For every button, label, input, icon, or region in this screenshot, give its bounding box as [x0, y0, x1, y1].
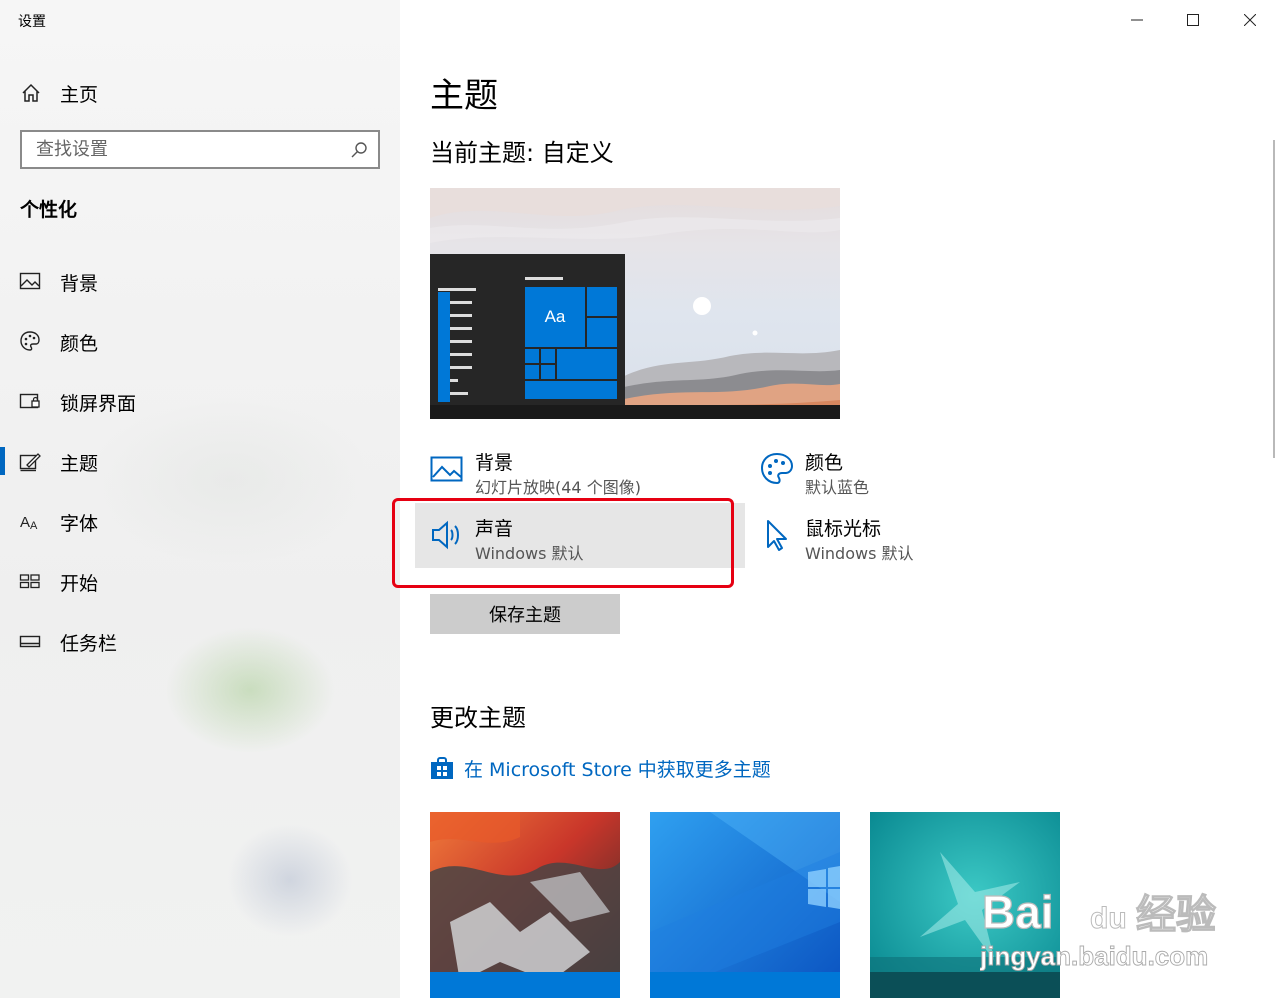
- setting-name: 颜色: [805, 452, 844, 474]
- theme-thumbnail-3-image: [870, 812, 1060, 998]
- preview-tile: [541, 365, 555, 379]
- setting-value: 默认蓝色: [805, 478, 870, 497]
- theme-thumbnail-taskbar: [870, 972, 1060, 998]
- preview-tile-large: Aa: [525, 287, 585, 347]
- sidebar-item-lock-screen[interactable]: 锁屏界面: [0, 379, 400, 423]
- palette-icon: [20, 331, 40, 351]
- setting-mouse-cursor[interactable]: 鼠标光标 Windows 默认: [760, 514, 1060, 563]
- svg-text:A: A: [20, 514, 30, 531]
- theme-thumbnail-3[interactable]: [870, 812, 1060, 998]
- setting-value: Windows 默认: [805, 544, 914, 563]
- minimize-icon: [1131, 19, 1143, 21]
- theme-icon: [19, 453, 41, 472]
- theme-thumbnail-2[interactable]: [650, 812, 840, 998]
- search-icon[interactable]: [350, 141, 368, 159]
- watermark-du: du: [1090, 902, 1127, 935]
- active-indicator: [0, 447, 5, 475]
- palette-icon: [760, 452, 794, 485]
- sidebar-item-label: 背景: [60, 273, 99, 295]
- maximize-button[interactable]: [1165, 0, 1221, 40]
- font-icon: A A: [20, 514, 38, 532]
- sidebar-item-label: 字体: [60, 513, 99, 535]
- sidebar-item-start[interactable]: 开始: [0, 559, 400, 603]
- main-content: 主题 当前主题: 自定义 Aa 背景 幻灯片放映(44 个图像) 颜色 默认蓝色…: [392, 0, 1280, 998]
- sidebar-item-label: 锁屏界面: [60, 393, 137, 415]
- page-title: 主题: [430, 76, 498, 116]
- save-theme-button[interactable]: 保存主题: [430, 594, 620, 634]
- theme-thumbnail-taskbar: [650, 972, 840, 998]
- sidebar-item-taskbar[interactable]: 任务栏: [0, 619, 400, 663]
- preview-tile: [525, 381, 617, 399]
- search-box[interactable]: [20, 130, 380, 169]
- app-title: 设置: [18, 14, 46, 30]
- current-theme-heading: 当前主题: 自定义: [430, 139, 614, 167]
- sidebar-item-background[interactable]: 背景: [0, 259, 400, 303]
- picture-icon: [430, 456, 463, 482]
- minimize-button[interactable]: [1109, 0, 1165, 40]
- sidebar-item-colors[interactable]: 颜色: [0, 319, 400, 363]
- preview-tile: [541, 349, 555, 363]
- sidebar-item-label: 主题: [60, 453, 99, 475]
- preview-header-line: [525, 277, 563, 280]
- store-link[interactable]: 在 Microsoft Store 中获取更多主题: [430, 754, 771, 782]
- sidebar-item-fonts[interactable]: A A 字体: [0, 499, 400, 543]
- picture-icon: [19, 272, 41, 290]
- search-input[interactable]: [22, 132, 322, 167]
- preview-tile: [557, 349, 617, 379]
- theme-thumbnail-1-image: [430, 812, 620, 998]
- sidebar-item-label: 开始: [60, 573, 99, 595]
- lock-screen-icon: [19, 393, 40, 409]
- theme-preview: Aa: [430, 188, 840, 419]
- preview-tile: [525, 365, 539, 379]
- home-icon: [22, 83, 40, 102]
- preview-tile: [587, 287, 617, 316]
- taskbar-icon: [19, 635, 41, 648]
- section-label: 个性化: [20, 199, 78, 221]
- setting-value: 幻灯片放映(44 个图像): [475, 478, 641, 497]
- preview-tile: [525, 349, 539, 363]
- setting-background[interactable]: 背景 幻灯片放映(44 个图像): [430, 448, 730, 497]
- setting-name: 鼠标光标: [805, 518, 882, 540]
- preview-tile: [587, 318, 617, 347]
- watermark-jingyan-cn: 经验: [1136, 892, 1216, 938]
- cursor-icon: [767, 520, 787, 551]
- maximize-icon: [1187, 14, 1199, 26]
- close-icon: [1244, 14, 1256, 26]
- store-link-text: 在 Microsoft Store 中获取更多主题: [464, 758, 771, 781]
- setting-name: 背景: [475, 452, 514, 474]
- theme-thumbnail-1[interactable]: [430, 812, 620, 998]
- preview-blue-strip: [438, 292, 450, 402]
- theme-thumbnail-taskbar: [430, 972, 620, 998]
- start-icon: [19, 574, 40, 589]
- theme-thumbnail-2-image: [650, 812, 840, 998]
- svg-text:A: A: [30, 520, 38, 532]
- sidebar-item-themes[interactable]: 主题: [0, 439, 400, 483]
- scrollbar-thumb[interactable]: [1273, 140, 1275, 458]
- close-button[interactable]: [1222, 0, 1278, 40]
- setting-colors[interactable]: 颜色 默认蓝色: [760, 448, 1060, 497]
- highlight-annotation: [392, 498, 734, 588]
- sidebar-item-label: 颜色: [60, 333, 99, 355]
- change-theme-heading: 更改主题: [430, 704, 526, 732]
- preview-line: [438, 288, 476, 291]
- sidebar-item-label: 任务栏: [60, 633, 118, 655]
- preview-start-menu: Aa: [430, 254, 625, 405]
- sidebar: 设置 主页 个性化 背景 颜色 锁: [0, 0, 400, 998]
- store-icon: [431, 757, 453, 779]
- nav-home[interactable]: 主页: [0, 72, 400, 112]
- nav-home-label: 主页: [60, 84, 99, 106]
